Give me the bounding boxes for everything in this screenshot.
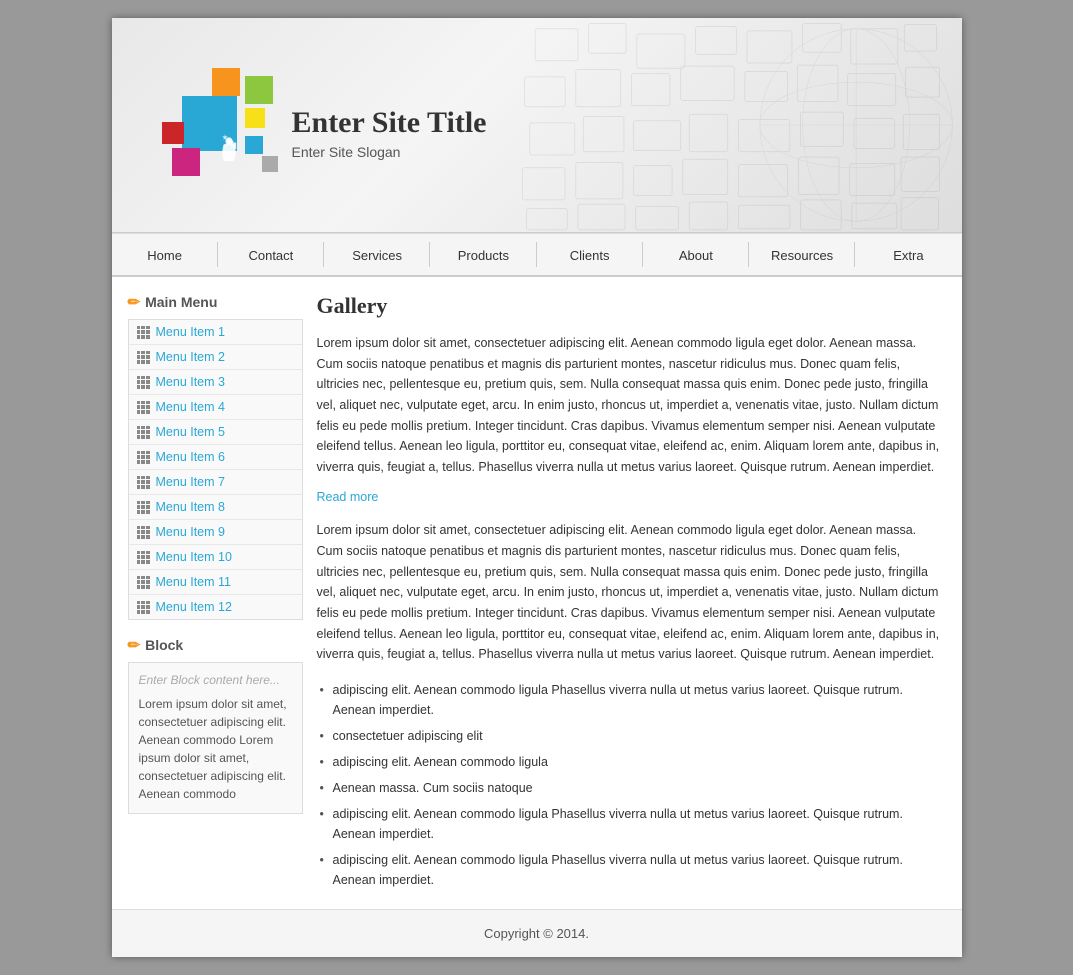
main-paragraph-1: Lorem ipsum dolor sit amet, consectetuer… [317,333,946,477]
logo-sq-yellow [245,108,265,128]
nav-item-about[interactable]: About [643,234,749,275]
pencil-icon: ✏ [128,293,141,311]
grid-icon [137,501,150,514]
main-menu-box: Menu Item 1 Menu Item 2 Menu Item 3 Menu It… [128,319,303,620]
grid-icon [137,526,150,539]
main-paragraph-2: Lorem ipsum dolor sit amet, consectetuer… [317,520,946,664]
menu-item-link[interactable]: Menu Item 7 [156,475,225,489]
nav-link-resources[interactable]: Resources [759,234,845,275]
nav-item-home[interactable]: Home [112,234,218,275]
menu-item[interactable]: Menu Item 5 [129,420,302,445]
menu-item[interactable]: Menu Item 9 [129,520,302,545]
header: Enter Site Title Enter Site Slogan [112,18,962,233]
menu-item-link[interactable]: Menu Item 2 [156,350,225,364]
block-enter-text: Enter Block content here... [139,673,292,687]
nav-item-products[interactable]: Products [430,234,536,275]
grid-icon [137,451,150,464]
logo-sq-red [162,122,184,144]
grid-icon [137,351,150,364]
page-title: Gallery [317,293,946,319]
list-item: consectetuer adipiscing elit [317,723,946,749]
menu-item[interactable]: Menu Item 3 [129,370,302,395]
nav-link-extra[interactable]: Extra [881,234,935,275]
menu-item-link[interactable]: Menu Item 10 [156,550,232,564]
grid-icon [137,576,150,589]
logo-icon [162,68,277,198]
menu-item[interactable]: Menu Item 11 [129,570,302,595]
menu-item[interactable]: Menu Item 12 [129,595,302,619]
nav-item-clients[interactable]: Clients [537,234,643,275]
menu-item[interactable]: Menu Item 1 [129,320,302,345]
nav-item-contact[interactable]: Contact [218,234,324,275]
footer: Copyright © 2014. [112,909,962,957]
menu-item[interactable]: Menu Item 6 [129,445,302,470]
menu-item-link[interactable]: Menu Item 6 [156,450,225,464]
menu-item-link[interactable]: Menu Item 4 [156,400,225,414]
sidebar: ✏ Main Menu Menu Item 1Menu Item 2Menu I… [128,293,303,893]
bullet-list: adipiscing elit. Aenean commodo ligula P… [317,677,946,893]
menu-item-link[interactable]: Menu Item 11 [156,575,232,589]
menu-item-link[interactable]: Menu Item 12 [156,600,232,614]
menu-item-link[interactable]: Menu Item 3 [156,375,225,389]
nav-link-clients[interactable]: Clients [558,234,622,275]
grid-icon [137,376,150,389]
site-slogan: Enter Site Slogan [292,144,487,160]
list-item: adipiscing elit. Aenean commodo ligula [317,749,946,775]
grid-icon [137,401,150,414]
menu-item-link[interactable]: Menu Item 1 [156,325,225,339]
menu-item[interactable]: Menu Item 10 [129,545,302,570]
block-lorem-text: Lorem ipsum dolor sit amet, consectetuer… [139,695,292,803]
block-title: ✏ Block [128,636,303,654]
grid-icon [137,601,150,614]
grid-icon [137,326,150,339]
block-box: Enter Block content here... Lorem ipsum … [128,662,303,814]
header-logo: Enter Site Title Enter Site Slogan [162,68,487,198]
content-area: ✏ Main Menu Menu Item 1Menu Item 2Menu I… [112,277,962,909]
nav-item-extra[interactable]: Extra [855,234,961,275]
copyright-text: Copyright © 2014. [484,926,589,941]
main-content: Gallery Lorem ipsum dolor sit amet, cons… [317,293,946,893]
main-menu-title: ✏ Main Menu [128,293,303,311]
nav-link-services[interactable]: Services [340,234,414,275]
nav-item-resources[interactable]: Resources [749,234,855,275]
menu-item-link[interactable]: Menu Item 9 [156,525,225,539]
menu-item-link[interactable]: Menu Item 8 [156,500,225,514]
logo-sq-pink [172,148,200,176]
list-item: adipiscing elit. Aenean commodo ligula P… [317,801,946,847]
logo-sq-blue [182,96,237,151]
read-more-link[interactable]: Read more [317,490,379,504]
header-text: Enter Site Title Enter Site Slogan [292,106,487,160]
menu-item[interactable]: Menu Item 7 [129,470,302,495]
nav-link-about[interactable]: About [667,234,725,275]
header-decoration [494,18,962,232]
grid-icon [137,426,150,439]
nav-link-products[interactable]: Products [446,234,521,275]
logo-sq-teal [245,136,263,154]
menu-item[interactable]: Menu Item 2 [129,345,302,370]
nav-link-home[interactable]: Home [135,234,194,275]
nav-link-contact[interactable]: Contact [236,234,305,275]
menu-item[interactable]: Menu Item 4 [129,395,302,420]
logo-sq-gray [262,156,278,172]
nav-item-services[interactable]: Services [324,234,430,275]
page-wrapper: Enter Site Title Enter Site Slogan Home C… [112,18,962,957]
site-title: Enter Site Title [292,106,487,140]
main-nav: Home Contact Services Products Clients About R… [112,233,962,277]
list-item: adipiscing elit. Aenean commodo ligula P… [317,847,946,893]
menu-item[interactable]: Menu Item 8 [129,495,302,520]
grid-icon [137,551,150,564]
logo-sq-green [245,76,273,104]
grid-icon [137,476,150,489]
list-item: Aenean massa. Cum sociis natoque [317,775,946,801]
list-item: adipiscing elit. Aenean commodo ligula P… [317,677,946,723]
block-pencil-icon: ✏ [128,636,141,654]
logo-sq-orange [212,68,240,96]
menu-item-link[interactable]: Menu Item 5 [156,425,225,439]
